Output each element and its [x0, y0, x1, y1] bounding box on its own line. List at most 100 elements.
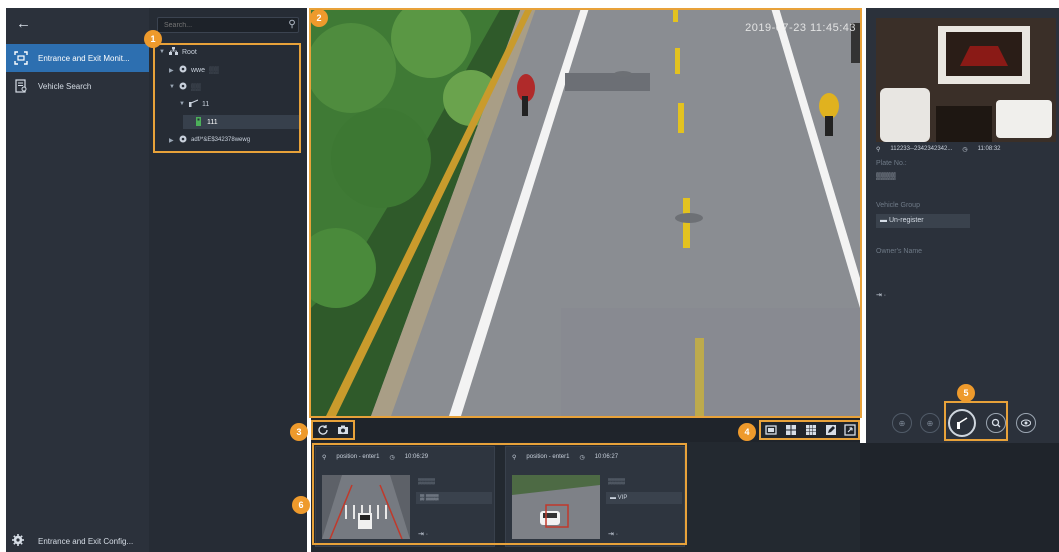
channel-name: 112233--2342342342...	[890, 146, 953, 152]
location-pin-icon: ⚲	[322, 455, 327, 461]
record-header: ⚲ position - enter1 ◷ 10:06:29	[322, 454, 428, 461]
nav-item-vehicle-search[interactable]: Vehicle Search	[6, 72, 149, 100]
blurred-text: ▒▒	[191, 83, 201, 91]
live-video-view[interactable]: 2019-07-23 11:45:43	[311, 8, 860, 416]
exit-icon[interactable]: ⇥ ·	[876, 291, 886, 299]
vehicle-group-icon: ▬	[880, 217, 889, 224]
vehicle-group-badge: ▬ Un-register	[876, 214, 970, 228]
gear-icon	[12, 534, 24, 548]
left-navigation: ← Entrance and Exit Monit... Vehicle Sea…	[6, 8, 149, 552]
vehicle-snapshot	[876, 18, 1056, 142]
blurred-text: ▒▒	[209, 66, 219, 74]
nav-item-entrance-exit-monitor[interactable]: Entrance and Exit Monit...	[6, 44, 149, 72]
device-tree-panel: ⚲ ▼ Root ▶ wwe ▒▒ ▼ ▒▒ ▼ 11 111 ▶	[149, 8, 307, 552]
vehicle-group-label: Vehicle Group	[876, 202, 920, 209]
record-position: position - enter1	[336, 454, 380, 460]
blurred-plate: ▒▒▒▒	[608, 479, 626, 485]
caret-right-icon: ▶	[169, 137, 174, 144]
record-position: position - enter1	[526, 454, 570, 460]
record-header: ⚲ position - enter1 ◷ 10:06:27	[512, 454, 618, 461]
camera-channel-icon	[195, 116, 203, 128]
clock-icon: ◷	[579, 455, 585, 461]
tree-node-label: adf/*&E$342378wewg	[191, 137, 251, 143]
tree-node-wwe[interactable]: ▶ wwe ▒▒	[169, 63, 219, 77]
location-pin-icon: ⚲	[876, 147, 881, 153]
fullscreen-icon[interactable]	[842, 422, 858, 438]
capture-records-area: ⚲ position - enter1 ◷ 10:06:29 ▒▒▒▒ ▒ ▒▒…	[311, 442, 860, 552]
back-arrow-icon[interactable]: ←	[16, 15, 31, 32]
record-group-label: VIP	[617, 495, 628, 501]
video-toolbar	[311, 418, 860, 442]
capture-time: 11:08:32	[977, 146, 1001, 152]
record-thumbnail	[322, 475, 410, 539]
tree-node-11[interactable]: ▼ 11	[179, 97, 209, 111]
callout-number-1: 1	[144, 30, 162, 48]
refresh-icon[interactable]	[315, 422, 331, 438]
record-group-badge: ▒ ▒▒▒	[416, 492, 492, 504]
config-label: Entrance and Exit Config...	[38, 536, 134, 546]
empty-panel	[860, 443, 1059, 552]
config-entry[interactable]: Entrance and Exit Config...	[12, 534, 133, 548]
vehicle-group-icon: ▬	[610, 495, 618, 501]
control-button-disabled[interactable]: ⊕	[892, 413, 912, 433]
location-icon	[179, 135, 187, 145]
nav-item-label: Vehicle Search	[38, 81, 92, 91]
control-button-disabled[interactable]: ⊕	[920, 413, 940, 433]
exit-icon[interactable]: ⇥ ·	[608, 530, 618, 538]
nine-window-icon[interactable]	[803, 422, 819, 438]
tree-node-111[interactable]: 111	[183, 115, 299, 129]
location-pin-icon: ⚲	[512, 455, 517, 461]
callout-number-6: 6	[292, 496, 310, 514]
caret-down-icon: ▼	[169, 84, 175, 90]
tree-node-adf[interactable]: ▶ adf/*&E$342378wewg	[169, 133, 250, 147]
tree-node-label: Root	[182, 48, 197, 56]
location-icon	[179, 65, 187, 75]
clock-icon: ◷	[389, 455, 395, 461]
org-icon	[169, 47, 178, 57]
vehicle-meta: ⚲ 112233--2342342342... ◷ 11:08:32	[876, 146, 1001, 153]
tree-node-root[interactable]: ▼ Root	[159, 45, 197, 59]
search-icon[interactable]: ⚲	[285, 18, 299, 32]
video-timestamp: 2019-07-23 11:45:43	[745, 22, 856, 34]
four-window-icon[interactable]	[783, 422, 799, 438]
tree-node-label: 11	[202, 100, 210, 108]
tree-node-label: 111	[207, 118, 218, 126]
caret-down-icon: ▼	[179, 101, 185, 107]
blurred-plate: ▒▒▒▒	[418, 479, 436, 485]
snapshot-icon[interactable]	[335, 422, 351, 438]
document-search-icon	[14, 79, 28, 93]
vehicle-info-panel: ⚲ 112233--2342342342... ◷ 11:08:32 Plate…	[866, 8, 1059, 403]
tree-node-label: wwe	[191, 66, 206, 74]
callout-number-3: 3	[290, 423, 308, 441]
tree-node-expanded-site[interactable]: ▼ ▒▒	[169, 80, 201, 94]
barrier-controls: ⊕ ⊕	[866, 403, 1059, 443]
exit-icon[interactable]: ⇥ ·	[418, 530, 428, 538]
nav-item-label: Entrance and Exit Monit...	[38, 53, 130, 63]
view-button[interactable]	[1016, 413, 1036, 433]
location-icon	[179, 82, 187, 92]
vehicle-group-value: Un-register	[888, 217, 924, 224]
record-thumbnail	[512, 475, 600, 539]
record-group-badge: ▬ VIP	[606, 492, 682, 504]
callout-number-2: 2	[310, 9, 328, 27]
plate-label: Plate No.:	[876, 160, 907, 167]
open-barrier-button[interactable]	[948, 409, 976, 437]
capture-record-card[interactable]: ⚲ position - enter1 ◷ 10:06:29 ▒▒▒▒ ▒ ▒▒…	[315, 446, 495, 547]
clock-icon: ◷	[962, 147, 968, 153]
road-scene-image	[311, 8, 860, 416]
edit-layout-icon[interactable]	[823, 422, 839, 438]
caret-right-icon: ▶	[169, 67, 174, 74]
barrier-gate-icon	[189, 99, 199, 109]
plate-value-blurred: ▒▒▒▒	[876, 173, 896, 180]
owner-name-label: Owner's Name	[876, 248, 923, 255]
record-time: 10:06:29	[404, 454, 429, 460]
single-window-icon[interactable]	[763, 422, 779, 438]
search-input[interactable]	[157, 17, 299, 33]
record-time: 10:06:27	[594, 454, 619, 460]
caret-down-icon: ▼	[159, 49, 165, 55]
capture-record-card[interactable]: ⚲ position - enter1 ◷ 10:06:27 ▒▒▒▒ ▬ VI…	[505, 446, 685, 547]
monitor-scan-icon	[14, 51, 28, 65]
callout-number-4: 4	[738, 423, 756, 441]
callout-number-5: 5	[957, 384, 975, 402]
search-record-button[interactable]	[986, 413, 1006, 433]
